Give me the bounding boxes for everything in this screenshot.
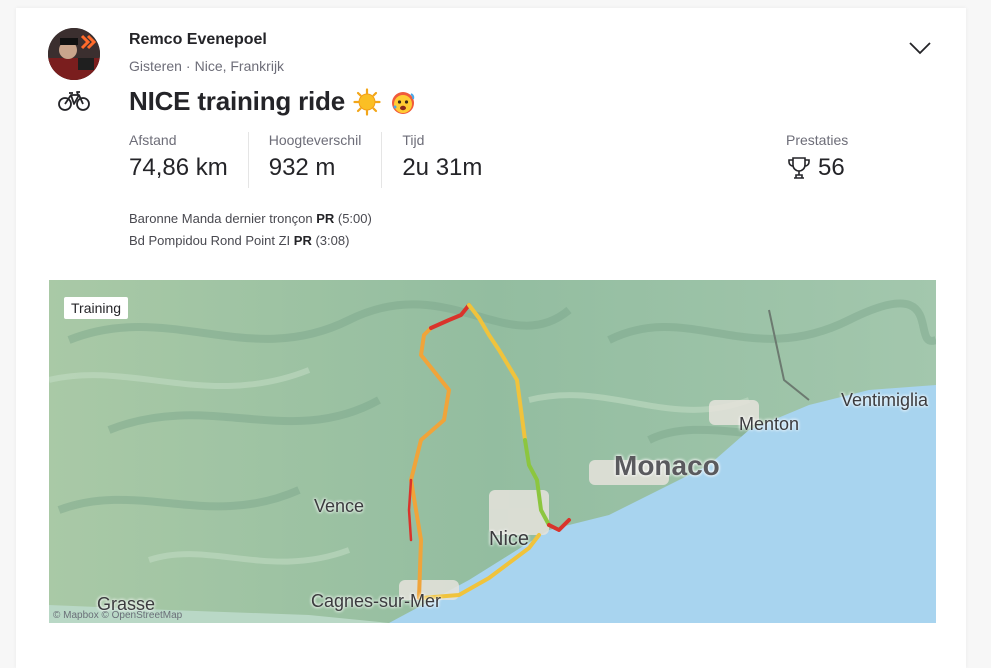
map-label: Ventimiglia <box>841 390 929 410</box>
pr-list: Baronne Manda dernier tronçon PR (5:00) … <box>129 208 372 252</box>
pr-time: (5:00) <box>337 211 372 226</box>
stat-label: Hoogteverschil <box>268 132 362 148</box>
map-tag: Training <box>64 297 129 319</box>
stat-label: Afstand <box>129 132 177 148</box>
achievements-value: 56 <box>786 154 848 182</box>
map-canvas <box>49 280 936 623</box>
map-label: Monaco <box>614 450 720 481</box>
pr-badge: PR <box>293 233 312 248</box>
map-label: Menton <box>739 414 800 434</box>
stat-value: 2u 31m <box>402 154 483 181</box>
pr-item[interactable]: Baronne Manda dernier tronçon PR (5:00) <box>129 208 372 230</box>
activity-title-row: NICE training ride <box>129 86 417 117</box>
stat-time: Tijd 2u 31m <box>402 132 502 188</box>
trophy-icon <box>788 157 810 179</box>
stat-distance: Afstand 74,86 km <box>129 132 249 188</box>
activity-meta: Gisteren · Nice, Frankrijk <box>129 58 284 74</box>
sun-icon <box>353 87 381 116</box>
activity-title[interactable]: NICE training ride <box>129 86 345 117</box>
pr-badge: PR <box>316 211 335 226</box>
achievements-count: 56 <box>818 154 845 181</box>
stat-value: 932 m <box>268 154 336 181</box>
hot-face-icon <box>391 91 415 114</box>
map-label: Vence <box>314 496 365 516</box>
bicycle-icon <box>58 91 90 111</box>
achievements-label: Prestaties <box>786 132 849 148</box>
chevron-down-icon[interactable] <box>908 40 932 56</box>
pr-segment: Baronne Manda dernier tronçon <box>129 211 313 226</box>
activity-stats: Afstand 74,86 km Hoogteverschil 932 m Ti… <box>129 132 522 188</box>
athlete-avatar[interactable] <box>48 28 100 80</box>
stat-elevation: Hoogteverschil 932 m <box>269 132 383 188</box>
athlete-name[interactable]: Remco Evenepoel <box>129 31 267 49</box>
route-map[interactable]: Training Ventimiglia Menton Monaco Vence… <box>49 280 936 623</box>
activity-location: Nice, Frankrijk <box>194 58 285 74</box>
achievements[interactable]: Prestaties 56 <box>786 132 848 182</box>
map-label: Cagnes-sur-Mer <box>311 591 442 611</box>
meta-separator: · <box>185 58 191 74</box>
stat-label: Tijd <box>402 132 425 148</box>
pr-segment: Bd Pompidou Rond Point ZI <box>129 233 291 248</box>
stat-value: 74,86 km <box>129 154 228 181</box>
activity-date: Gisteren <box>129 58 182 74</box>
map-attribution[interactable]: © Mapbox © OpenStreetMap <box>53 610 182 621</box>
pr-time: (3:08) <box>315 233 350 248</box>
map-label: Nice <box>489 528 530 550</box>
pr-item[interactable]: Bd Pompidou Rond Point ZI PR (3:08) <box>129 230 372 252</box>
